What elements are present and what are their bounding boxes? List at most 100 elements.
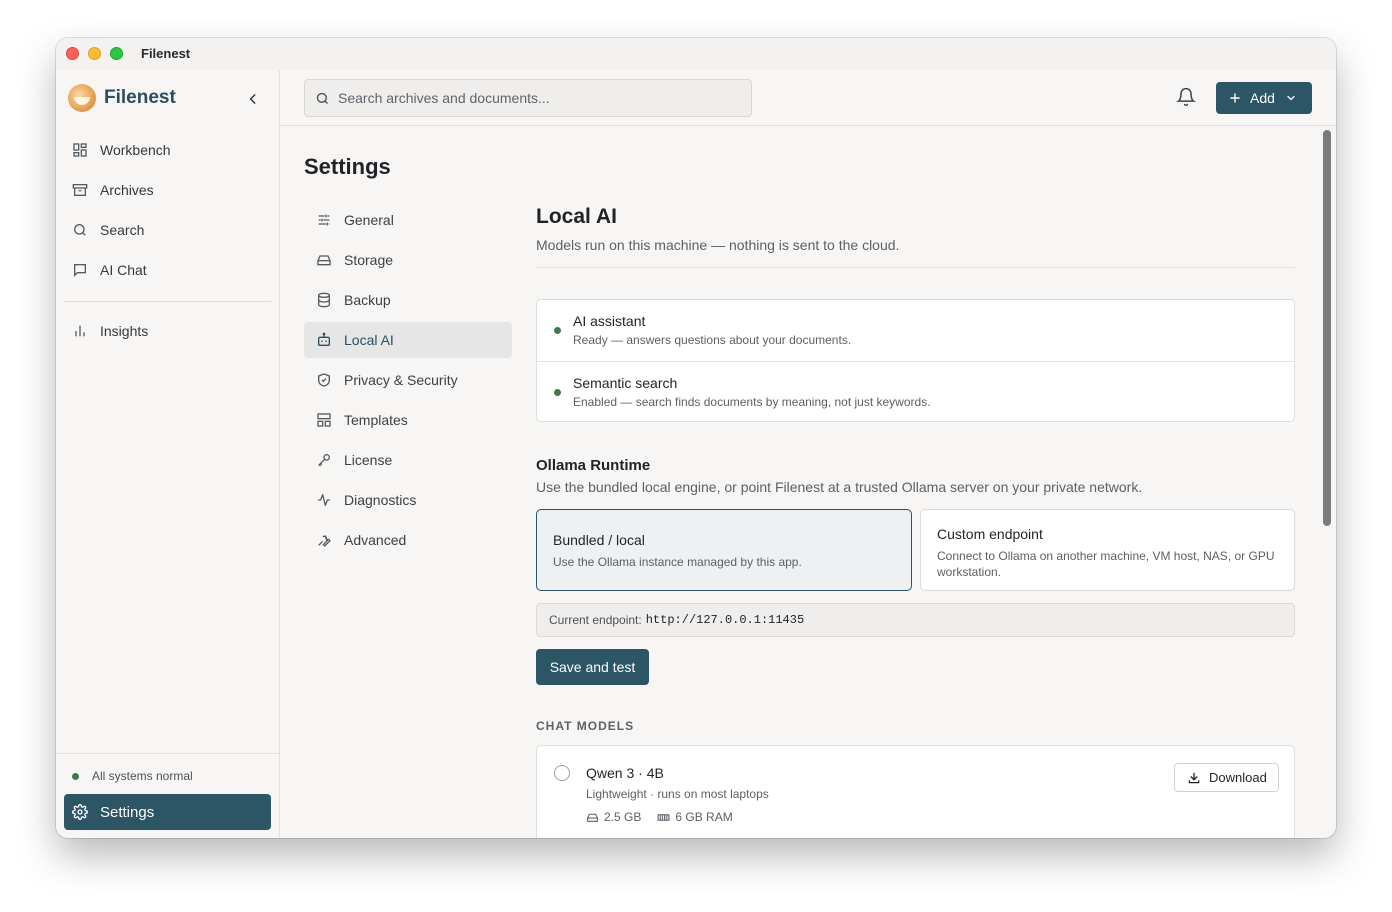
minimize-window-button[interactable] bbox=[88, 47, 101, 60]
gear-icon bbox=[72, 804, 88, 820]
activity-icon bbox=[318, 494, 330, 506]
search-icon bbox=[316, 92, 328, 104]
drive-icon bbox=[317, 255, 331, 266]
settings-tab-label: Privacy & Security bbox=[344, 372, 458, 388]
top-bar: Add bbox=[280, 70, 1336, 126]
sidebar-secondary-nav: Insights bbox=[64, 311, 271, 351]
runtime-option-bundled[interactable]: Bundled / local Use the Ollama instance … bbox=[536, 509, 912, 591]
settings-tab-local-ai[interactable]: Local AI bbox=[304, 322, 512, 358]
settings-tab-storage[interactable]: Storage bbox=[304, 242, 512, 278]
archive-icon bbox=[72, 184, 88, 196]
add-button[interactable]: Add bbox=[1216, 82, 1312, 114]
sidebar-item-search[interactable]: Search bbox=[64, 210, 271, 250]
search-box[interactable] bbox=[304, 79, 752, 117]
endpoint-value: http://127.0.0.1:11435 bbox=[645, 613, 805, 627]
runtime-title: Ollama Runtime bbox=[536, 457, 651, 474]
settings-tab-advanced[interactable]: Advanced bbox=[304, 522, 512, 558]
runtime-subtitle: Use the bundled local engine, or point F… bbox=[536, 479, 1143, 495]
search-icon bbox=[74, 224, 86, 236]
download-label: Download bbox=[1209, 770, 1267, 785]
app-window: Filenest Filenest Workbench Archives Sea… bbox=[56, 38, 1336, 838]
status-desc: Ready — answers questions about your doc… bbox=[573, 333, 852, 347]
status-dot bbox=[554, 389, 561, 396]
download-button[interactable]: Download bbox=[1174, 763, 1279, 792]
sidebar-item-label: Workbench bbox=[100, 142, 171, 158]
model-desc: Lightweight · runs on most laptops bbox=[586, 787, 769, 801]
model-select-radio[interactable] bbox=[554, 765, 570, 781]
current-endpoint: Current endpoint: http://127.0.0.1:11435 bbox=[536, 603, 1295, 637]
model-ram-text: 6 GB RAM bbox=[675, 810, 733, 824]
zoom-window-button[interactable] bbox=[110, 47, 123, 60]
collapse-sidebar-button[interactable] bbox=[242, 88, 264, 110]
settings-tab-label: Templates bbox=[344, 412, 408, 428]
sidebar-item-ai-chat[interactable]: AI Chat bbox=[64, 250, 271, 290]
shield-icon bbox=[318, 373, 330, 387]
settings-tab-privacy-security[interactable]: Privacy & Security bbox=[304, 362, 512, 398]
database-icon bbox=[318, 292, 330, 308]
option-title: Bundled / local bbox=[553, 532, 645, 548]
brand: Filenest bbox=[68, 84, 176, 112]
model-ram: 6 GB RAM bbox=[657, 810, 733, 824]
status-title: AI assistant bbox=[573, 313, 646, 329]
settings-tab-label: Diagnostics bbox=[344, 492, 417, 508]
window-title: Filenest bbox=[141, 46, 191, 61]
option-desc: Connect to Ollama on another machine, VM… bbox=[937, 549, 1275, 579]
system-status: All systems normal bbox=[72, 769, 193, 783]
status-title: Semantic search bbox=[573, 375, 678, 391]
sidebar-item-label: Archives bbox=[100, 182, 154, 198]
sidebar-item-settings[interactable]: Settings bbox=[64, 794, 271, 830]
sidebar-divider bbox=[64, 301, 271, 302]
bell-icon bbox=[1176, 87, 1196, 107]
chevron-left-icon bbox=[249, 94, 256, 104]
settings-tab-diagnostics[interactable]: Diagnostics bbox=[304, 482, 512, 518]
runtime-option-custom[interactable]: Custom endpoint Connect to Ollama on ano… bbox=[920, 509, 1295, 591]
settings-tab-label: Advanced bbox=[344, 532, 407, 548]
title-bar: Filenest bbox=[56, 38, 1336, 70]
drive-icon bbox=[587, 813, 598, 822]
settings-tab-license[interactable]: License bbox=[304, 442, 512, 478]
key-icon bbox=[318, 454, 330, 467]
plus-icon bbox=[1230, 93, 1240, 103]
settings-label: Settings bbox=[100, 803, 155, 821]
sidebar-nav: Workbench Archives Search AI Chat bbox=[64, 130, 271, 290]
settings-tab-backup[interactable]: Backup bbox=[304, 282, 512, 318]
option-desc: Use the Ollama instance managed by this … bbox=[553, 555, 802, 569]
content-scrollbar[interactable] bbox=[1321, 128, 1333, 838]
model-name: Qwen 3 · 4B bbox=[586, 765, 664, 781]
notifications-button[interactable] bbox=[1176, 87, 1200, 111]
scrollbar-thumb[interactable] bbox=[1323, 130, 1331, 526]
endpoint-label: Current endpoint: bbox=[549, 613, 642, 627]
chat-models-heading: CHAT MODELS bbox=[536, 719, 635, 733]
memory-icon bbox=[657, 813, 670, 821]
settings-tab-templates[interactable]: Templates bbox=[304, 402, 512, 438]
section-subtitle: Models run on this machine — nothing is … bbox=[536, 237, 900, 253]
model-size-text: 2.5 GB bbox=[604, 810, 642, 824]
settings-tab-label: Backup bbox=[344, 292, 391, 308]
main-content: Settings General Storage Backup Local AI… bbox=[280, 127, 1336, 838]
download-icon bbox=[1188, 772, 1200, 783]
sidebar-item-insights[interactable]: Insights bbox=[64, 311, 271, 351]
status-desc: Enabled — search finds documents by mean… bbox=[573, 395, 931, 409]
chat-icon bbox=[74, 264, 86, 277]
brand-name: Filenest bbox=[104, 87, 176, 108]
settings-tab-label: General bbox=[344, 212, 394, 228]
status-row-ai-assistant: AI assistant Ready — answers questions a… bbox=[537, 300, 1294, 361]
settings-tab-general[interactable]: General bbox=[304, 202, 512, 238]
settings-tab-label: License bbox=[344, 452, 393, 468]
sidebar-item-workbench[interactable]: Workbench bbox=[64, 130, 271, 170]
settings-tab-label: Local AI bbox=[344, 332, 394, 348]
page-title: Settings bbox=[304, 154, 391, 179]
close-window-button[interactable] bbox=[66, 47, 79, 60]
chevron-down-icon bbox=[1287, 95, 1295, 101]
sidebar: Filenest Workbench Archives Search AI Ch… bbox=[56, 70, 280, 838]
sidebar-item-archives[interactable]: Archives bbox=[64, 170, 271, 210]
sidebar-item-label: AI Chat bbox=[100, 262, 147, 278]
ai-status-card: AI assistant Ready — answers questions a… bbox=[536, 299, 1295, 422]
logo-icon bbox=[68, 84, 96, 112]
sidebar-item-label: Insights bbox=[100, 323, 149, 339]
search-input[interactable] bbox=[338, 90, 738, 106]
grid-icon bbox=[73, 143, 87, 157]
save-and-test-button[interactable]: Save and test bbox=[536, 649, 649, 685]
model-size: 2.5 GB bbox=[586, 810, 641, 824]
model-meta: 2.5 GB 6 GB RAM bbox=[586, 810, 749, 824]
